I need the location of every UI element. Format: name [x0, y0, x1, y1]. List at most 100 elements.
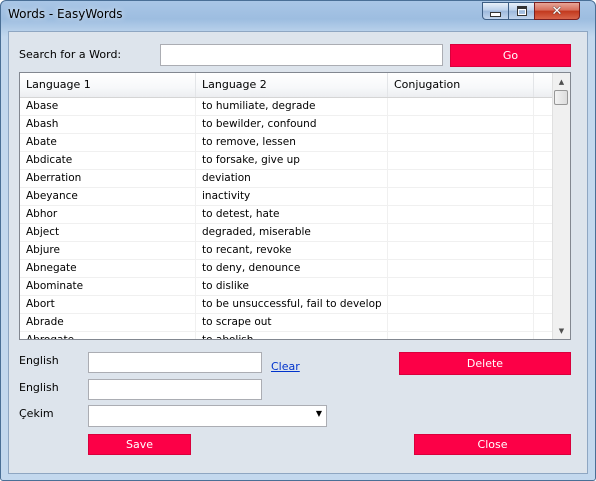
table-cell: to recant, revoke — [196, 242, 388, 259]
table-cell — [388, 260, 534, 277]
minimize-button[interactable] — [482, 2, 509, 20]
cekim-dropdown[interactable]: ▼ — [88, 405, 327, 427]
table-cell — [388, 170, 534, 187]
table-cell: deviation — [196, 170, 388, 187]
app-window: Words - EasyWords ✕ Search for a Word: G… — [0, 0, 596, 481]
table-cell: Abnegate — [20, 260, 196, 277]
table-cell: Abase — [20, 98, 196, 115]
table-cell-filler — [534, 116, 554, 133]
table-cell — [388, 242, 534, 259]
table-cell — [388, 314, 534, 331]
table-cell: Abate — [20, 134, 196, 151]
table-cell: degraded, miserable — [196, 224, 388, 241]
table-row[interactable]: Abhor to detest, hate — [20, 206, 554, 224]
chevron-down-icon: ▼ — [315, 409, 322, 418]
client-area: Search for a Word: Go Language 1 Languag… — [8, 31, 588, 474]
table-row[interactable]: Abnegate to deny, denounce — [20, 260, 554, 278]
table-cell-filler — [534, 314, 554, 331]
table-row[interactable]: Abase to humiliate, degrade — [20, 98, 554, 116]
table-row[interactable]: Abjure to recant, revoke — [20, 242, 554, 260]
table-cell: to detest, hate — [196, 206, 388, 223]
table-row[interactable]: Abrogate to abolish — [20, 332, 554, 339]
table-cell: Abash — [20, 116, 196, 133]
table-cell-filler — [534, 242, 554, 259]
title-bar[interactable]: Words - EasyWords ✕ — [1, 1, 595, 31]
table-row[interactable]: Abeyance inactivity — [20, 188, 554, 206]
table-cell — [388, 224, 534, 241]
table-cell: to bewilder, confound — [196, 116, 388, 133]
table-cell: Abject — [20, 224, 196, 241]
table-cell — [388, 206, 534, 223]
table-cell — [388, 278, 534, 295]
table-cell-filler — [534, 98, 554, 115]
table-cell-filler — [534, 188, 554, 205]
english-field-1[interactable] — [88, 352, 262, 373]
table-cell: to dislike — [196, 278, 388, 295]
close-icon: ✕ — [551, 3, 563, 19]
search-input[interactable] — [160, 44, 443, 66]
field1-label: English — [19, 354, 59, 367]
table-cell: Abhor — [20, 206, 196, 223]
table-cell: to abolish — [196, 332, 388, 339]
table-cell: inactivity — [196, 188, 388, 205]
table-row[interactable]: Abrade to scrape out — [20, 314, 554, 332]
clear-link[interactable]: Clear — [271, 360, 300, 373]
table-cell: Abominate — [20, 278, 196, 295]
table-cell — [388, 296, 534, 313]
column-header-language1[interactable]: Language 1 — [20, 73, 196, 97]
go-button[interactable]: Go — [450, 44, 571, 67]
table-cell — [388, 152, 534, 169]
close-button[interactable]: Close — [414, 434, 571, 455]
table-cell-filler — [534, 278, 554, 295]
table-cell: to remove, lessen — [196, 134, 388, 151]
table-cell: Abeyance — [20, 188, 196, 205]
maximize-icon — [516, 6, 527, 16]
scroll-down-icon[interactable]: ▼ — [553, 322, 570, 339]
table-cell: to be unsuccessful, fail to develop — [196, 296, 388, 313]
grid-header: Language 1 Language 2 Conjugation — [20, 73, 554, 98]
words-grid[interactable]: Language 1 Language 2 Conjugation Abase t… — [19, 72, 571, 340]
table-row[interactable]: Abort to be unsuccessful, fail to develop — [20, 296, 554, 314]
table-cell-filler — [534, 134, 554, 151]
close-window-button[interactable]: ✕ — [534, 2, 580, 20]
table-cell-filler — [534, 332, 554, 339]
table-cell: Aberration — [20, 170, 196, 187]
scroll-up-icon[interactable]: ▲ — [553, 73, 570, 90]
table-cell: to forsake, give up — [196, 152, 388, 169]
grid-rows: Abase to humiliate, degrade Abash to bewild… — [20, 98, 554, 339]
scroll-thumb[interactable] — [554, 90, 568, 105]
save-button[interactable]: Save — [88, 434, 191, 455]
table-row[interactable]: Abject degraded, miserable — [20, 224, 554, 242]
table-cell: to deny, denounce — [196, 260, 388, 277]
table-cell — [388, 332, 534, 339]
table-cell: Abrade — [20, 314, 196, 331]
table-row[interactable]: Abdicate to forsake, give up — [20, 152, 554, 170]
table-row[interactable]: Aberration deviation — [20, 170, 554, 188]
table-row[interactable]: Abate to remove, lessen — [20, 134, 554, 152]
table-cell: Abjure — [20, 242, 196, 259]
window-title: Words - EasyWords — [8, 7, 123, 21]
field2-label: English — [19, 381, 59, 394]
table-cell — [388, 188, 534, 205]
table-cell: Abdicate — [20, 152, 196, 169]
table-cell-filler — [534, 260, 554, 277]
vertical-scrollbar[interactable]: ▲ ▼ — [552, 73, 570, 339]
table-cell — [388, 134, 534, 151]
search-label: Search for a Word: — [19, 48, 122, 61]
table-row[interactable]: Abash to bewilder, confound — [20, 116, 554, 134]
column-header-language2[interactable]: Language 2 — [196, 73, 388, 97]
table-cell-filler — [534, 152, 554, 169]
table-cell — [388, 116, 534, 133]
delete-button[interactable]: Delete — [399, 352, 571, 375]
table-cell-filler — [534, 296, 554, 313]
table-cell-filler — [534, 206, 554, 223]
column-header-filler — [534, 73, 554, 97]
table-cell: Abort — [20, 296, 196, 313]
maximize-button[interactable] — [508, 2, 535, 20]
english-field-2[interactable] — [88, 379, 262, 400]
column-header-conjugation[interactable]: Conjugation — [388, 73, 534, 97]
table-cell: Abrogate — [20, 332, 196, 339]
table-cell: to scrape out — [196, 314, 388, 331]
table-cell-filler — [534, 224, 554, 241]
table-row[interactable]: Abominate to dislike — [20, 278, 554, 296]
